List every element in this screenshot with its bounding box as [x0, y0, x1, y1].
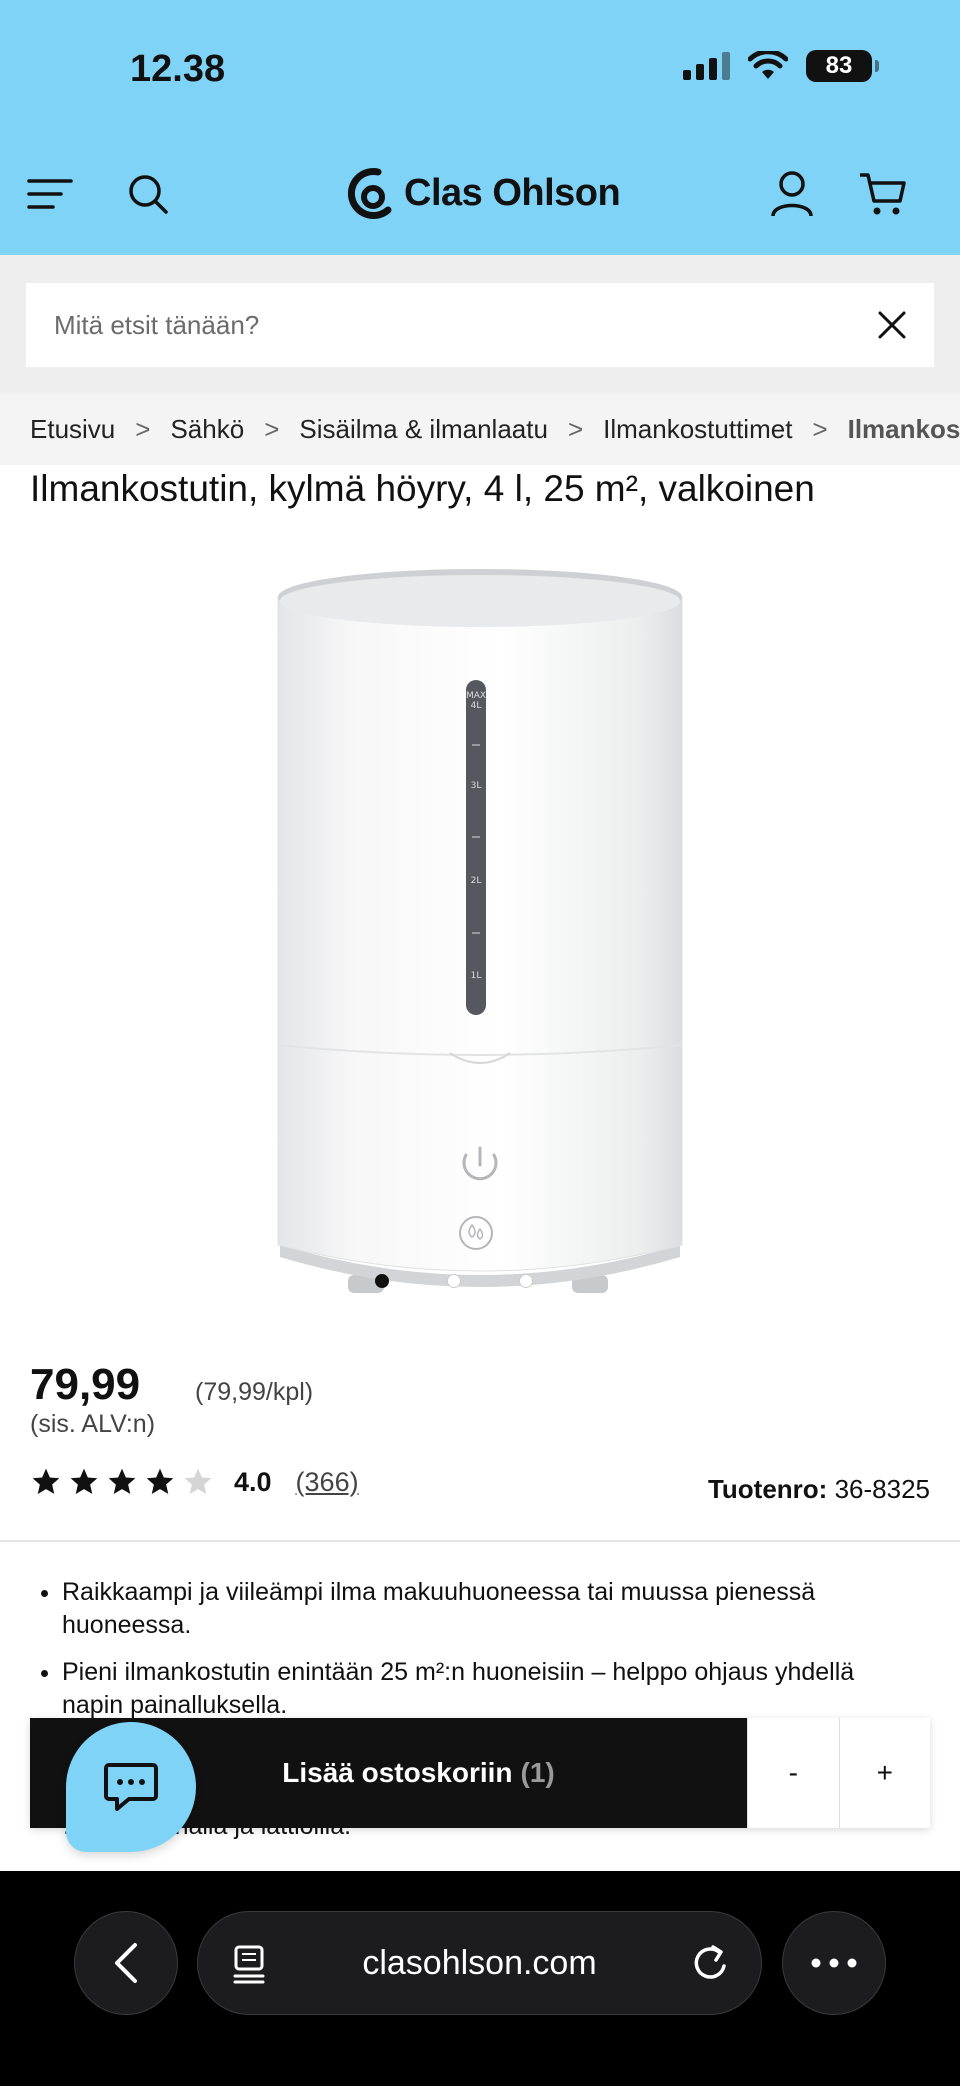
increase-quantity-button[interactable]: + [838, 1718, 930, 1828]
vat-note: (sis. ALV:n) [30, 1410, 156, 1438]
more-button[interactable] [782, 1911, 886, 2015]
account-icon[interactable] [766, 168, 818, 220]
carousel-dot-3[interactable] [519, 1274, 533, 1288]
cart-icon[interactable] [856, 168, 908, 220]
chevron-right-icon: > [567, 413, 584, 444]
cart-quantity: (1) [520, 1757, 555, 1788]
star-filled-icon [108, 1468, 136, 1494]
svg-text:1L: 1L [471, 971, 482, 981]
page-menu-icon[interactable] [232, 1944, 266, 1984]
breadcrumb-item-sahko[interactable]: Sähkö [170, 414, 244, 445]
chevron-right-icon: > [812, 413, 828, 444]
svg-text:2L: 2L [471, 876, 482, 886]
star-empty-icon [184, 1468, 212, 1494]
breadcrumb-item-current: Ilmankostuttimet [847, 413, 960, 444]
svg-text:4L: 4L [471, 701, 482, 711]
feature-item: Raikkaampi ja viileämpi ilma makuuhuonee… [62, 1576, 912, 1642]
logo-text: Clas Ohlson [404, 171, 621, 214]
status-time: 12.38 [130, 48, 226, 90]
product-image[interactable]: MAX 4L 3L 2L 1L [270, 545, 690, 1305]
carousel-dot-2[interactable] [447, 1274, 461, 1288]
carousel-dot-1[interactable] [375, 1274, 389, 1288]
breadcrumb-item-ilmankostuttimet[interactable]: Ilmankostuttimet [603, 414, 792, 445]
battery-indicator: 83 [806, 50, 879, 82]
chat-button[interactable] [66, 1722, 196, 1852]
back-button[interactable] [74, 1911, 178, 2015]
unit-price: (79,99/kpl) [195, 1378, 314, 1406]
url-text: clasohlson.com [362, 1943, 597, 1982]
feature-list: Raikkaampi ja viileämpi ilma makuuhuonee… [62, 1576, 912, 1736]
chevron-right-icon: > [135, 413, 151, 444]
breadcrumb-item-etusivu[interactable]: Etusivu [30, 414, 115, 445]
cellular-signal-icon [683, 52, 730, 80]
star-filled-icon [146, 1468, 174, 1494]
rating[interactable]: 4.0 (366) [30, 1466, 359, 1498]
svg-text:MAX: MAX [466, 691, 486, 701]
feature-item: Pieni ilmankostutin enintään 25 m²:n huo… [62, 1656, 912, 1722]
search-section [0, 255, 960, 393]
chat-icon [104, 1763, 158, 1811]
breadcrumb-item-sisailma[interactable]: Sisäilma & ilmanlaatu [299, 414, 548, 445]
menu-icon[interactable] [24, 168, 76, 220]
search-icon[interactable] [122, 168, 174, 220]
reload-icon[interactable] [691, 1942, 731, 1984]
logo[interactable]: Clas Ohlson [348, 166, 621, 220]
review-count-link[interactable]: (366) [296, 1467, 359, 1498]
svg-text:3L: 3L [471, 781, 482, 791]
decrease-quantity-button[interactable]: - [747, 1718, 839, 1828]
browser-toolbar: clasohlson.com [0, 1871, 960, 2086]
search-box [26, 283, 934, 367]
url-bar[interactable]: clasohlson.com [197, 1911, 762, 2015]
search-input[interactable] [54, 309, 850, 341]
divider [0, 1540, 960, 1542]
rating-value: 4.0 [234, 1466, 272, 1497]
close-icon[interactable] [850, 283, 934, 367]
star-filled-icon [32, 1468, 60, 1494]
product-number: Tuotenro: 36-8325 [708, 1474, 930, 1505]
product-title: Ilmankostutin, kylmä höyry, 4 l, 25 m², … [30, 468, 815, 509]
logo-mark-icon [348, 168, 392, 220]
image-carousel-dots [375, 1274, 533, 1288]
product-number-label: Tuotenro: [707, 1474, 828, 1504]
product-price: 79,99 [30, 1360, 141, 1409]
breadcrumb: Etusivu > Sähkö > Sisäilma & ilmanlaatu … [0, 393, 960, 465]
app-header: 12.38 83 Clas Ohlson [0, 0, 960, 255]
more-icon [811, 1958, 857, 1968]
product-number-value: 36-8325 [834, 1474, 930, 1504]
wifi-icon [748, 51, 788, 79]
chevron-left-icon [115, 1943, 137, 1983]
star-filled-icon [70, 1468, 98, 1494]
chevron-right-icon: > [264, 413, 280, 444]
add-to-cart-label: Lisää ostoskoriin [282, 1757, 513, 1788]
status-icons: 83 [683, 50, 879, 82]
